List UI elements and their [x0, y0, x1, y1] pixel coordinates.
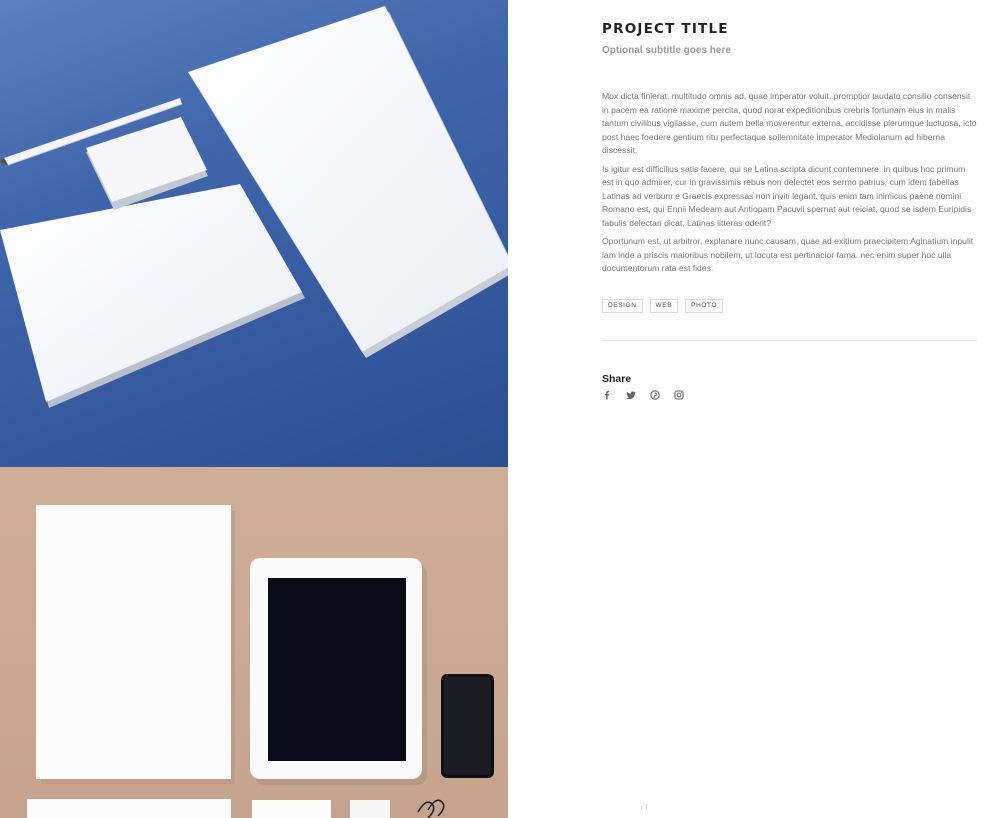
gallery-image-stationery-tan[interactable] — [0, 467, 508, 818]
facebook-icon[interactable] — [602, 390, 612, 400]
envelope-bottom — [27, 799, 231, 818]
gallery-image-stationery-blue[interactable] — [0, 0, 508, 467]
tag-design[interactable]: DESIGN — [602, 299, 643, 313]
description-paragraph: Mox dicta finierat, multitudo omnis ad, … — [602, 91, 977, 155]
pinterest-icon[interactable] — [650, 390, 660, 400]
paper-sheet — [36, 505, 231, 779]
description-paragraph: Oportunum est, ut arbitror, explanare nu… — [602, 236, 974, 273]
project-tags: DESIGN WEB PHOTO — [602, 299, 724, 313]
section-divider — [602, 340, 977, 341]
project-gallery — [0, 0, 508, 818]
envelope — [0, 184, 302, 402]
description-paragraph: Is igitur est difficilius satis facere, … — [602, 163, 972, 228]
card-bottom — [252, 800, 331, 818]
paper-clips — [417, 799, 445, 818]
stationery-tan-illustration — [27, 505, 494, 818]
project-title: PROJECT TITLE — [602, 21, 729, 37]
instagram-icon[interactable] — [674, 390, 684, 400]
share-links — [602, 390, 684, 400]
stationery-blue-illustration — [0, 6, 508, 408]
tag-photo[interactable]: PHOTO — [685, 299, 724, 313]
card-small-bottom — [350, 800, 390, 818]
decorative-mark — [640, 800, 650, 810]
tag-web[interactable]: WEB — [649, 299, 679, 313]
project-description: Mox dicta finierat, multitudo omnis ad, … — [602, 90, 977, 281]
share-heading: Share — [602, 373, 632, 385]
tablet-screen — [268, 578, 406, 761]
project-subtitle: Optional subtitle goes here — [602, 45, 731, 56]
twitter-icon[interactable] — [626, 390, 636, 400]
